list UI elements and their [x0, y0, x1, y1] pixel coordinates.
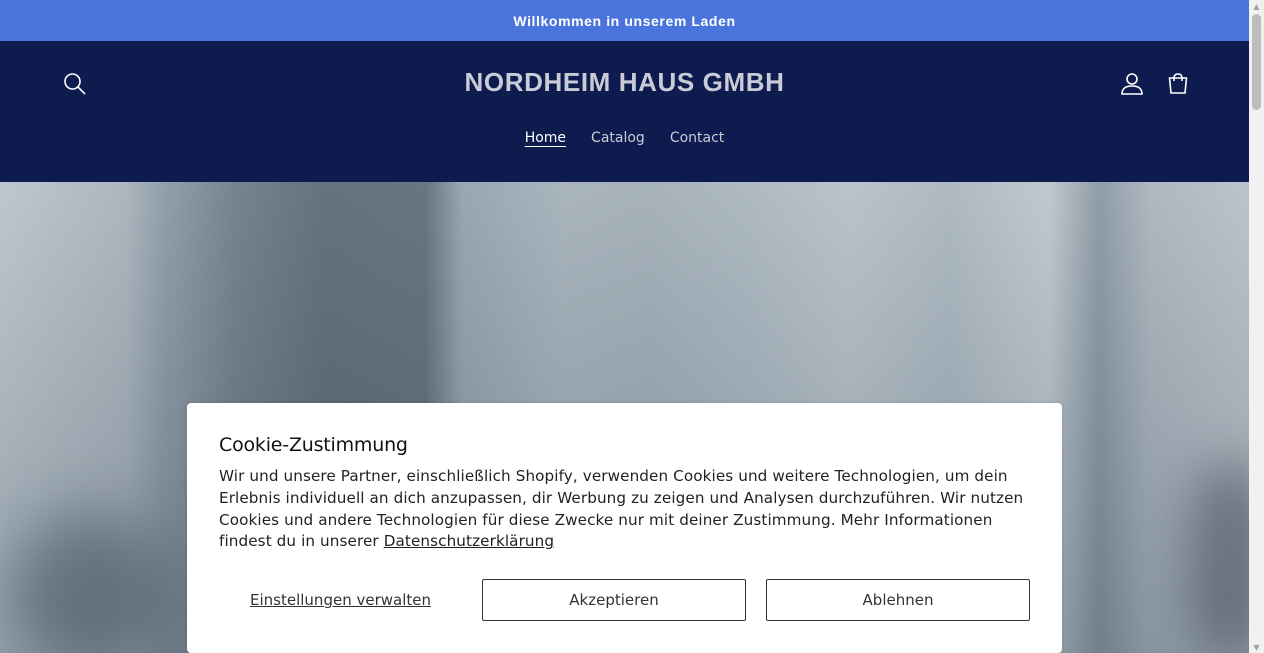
page-scrollbar[interactable]: ▲ ▼: [1249, 0, 1264, 653]
nav-link-catalog[interactable]: Catalog: [591, 130, 645, 146]
cookie-title: Cookie-Zustimmung: [219, 434, 408, 456]
cookie-body-text: Wir und unsere Partner, einschließlich S…: [219, 467, 1024, 551]
store-logo[interactable]: NORDHEIM HAUS GMBH: [0, 67, 1249, 98]
scroll-up-arrow-icon[interactable]: ▲: [1249, 0, 1264, 12]
privacy-policy-link[interactable]: Datenschutzerklärung: [384, 532, 554, 550]
cookie-description: Wir und unsere Partner, einschließlich S…: [219, 466, 1029, 553]
announcement-text: Willkommen in unserem Laden: [513, 12, 736, 29]
account-button[interactable]: [1119, 71, 1145, 97]
announcement-bar: Willkommen in unserem Laden: [0, 0, 1249, 41]
accept-button[interactable]: Akzeptieren: [482, 579, 746, 621]
decline-button[interactable]: Ablehnen: [766, 579, 1030, 621]
site-header: NORDHEIM HAUS GMBH Home Catalog Contact: [0, 41, 1249, 182]
manage-settings-button[interactable]: Einstellungen verwalten: [219, 579, 462, 621]
cart-button[interactable]: [1165, 71, 1191, 97]
nav-link-home[interactable]: Home: [525, 130, 566, 146]
account-icon: [1121, 73, 1143, 95]
cart-icon: [1168, 73, 1188, 94]
cookie-consent-dialog: Cookie-Zustimmung Wir und unsere Partner…: [187, 403, 1062, 653]
nav-link-contact[interactable]: Contact: [670, 130, 724, 146]
scrollbar-thumb[interactable]: [1252, 14, 1261, 110]
scroll-down-arrow-icon[interactable]: ▼: [1249, 641, 1264, 653]
main-nav: Home Catalog Contact: [0, 130, 1249, 146]
